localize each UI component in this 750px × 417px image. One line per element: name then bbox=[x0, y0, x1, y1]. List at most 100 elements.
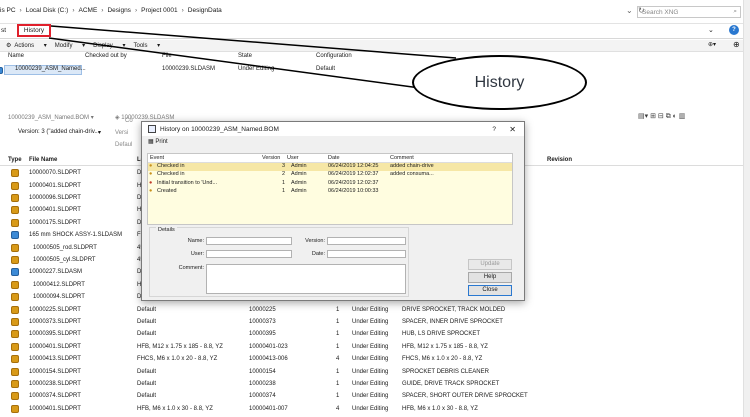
version-label: Version: 3 ("added chain-driv... bbox=[18, 129, 100, 135]
vertical-scrollbar[interactable] bbox=[743, 0, 750, 417]
cell-part-number: 10000395 bbox=[249, 331, 276, 338]
cell-config: Default bbox=[137, 393, 157, 400]
event-row[interactable]: ● Created 1 Admin 06/24/2019 10:00:33 bbox=[148, 188, 512, 196]
details-label: Details bbox=[156, 227, 177, 233]
cell-config: FHCS, M6 x 1.0 x 20 - 8.8, YZ bbox=[137, 356, 218, 363]
tab-sldasm[interactable]: ◈ 10000239.SLDASM bbox=[115, 114, 174, 121]
cell-description: HFB, M6 x 1.0 x 30 - 8.8, YZ bbox=[402, 405, 478, 412]
version-field[interactable] bbox=[327, 237, 406, 245]
col-user[interactable]: User bbox=[287, 155, 299, 161]
dialog-close-button[interactable]: ✕ bbox=[509, 125, 516, 134]
part-icon bbox=[11, 392, 19, 401]
cell-file-name: 10000401.SLDPRT bbox=[29, 182, 81, 189]
event-icon: ● bbox=[149, 188, 153, 195]
table-row[interactable]: 10000373.SLDPRT Default 10000373 1 Under Edi… bbox=[0, 316, 750, 328]
col-event[interactable]: Event bbox=[150, 155, 164, 161]
cell-version: 1 bbox=[336, 393, 340, 400]
cell-part-number: 10000401-007 bbox=[249, 405, 288, 412]
cell-part-number: 10000373 bbox=[249, 318, 276, 325]
cell-version: 1 bbox=[336, 318, 340, 325]
cell-file-name: 10000154.SLDPRT bbox=[29, 368, 81, 375]
dialog-titlebar: History on 10000239_ASM_Named.BOM ? ✕ bbox=[142, 122, 524, 136]
cell-state: Under Editing bbox=[352, 343, 389, 350]
cell-description: DRIVE SPROCKET, TRACK MOLDED bbox=[402, 306, 506, 313]
table-row[interactable]: 10000413.SLDPRT FHCS, M6 x 1.0 x 20 - 8.8… bbox=[0, 353, 750, 365]
table-row[interactable]: 10000401.SLDPRT HFB, M6 x 1.0 x 30 - 8.8,… bbox=[0, 403, 750, 415]
cell-description: HUB, LS DRIVE SPROCKET bbox=[402, 331, 481, 338]
name-field[interactable] bbox=[206, 237, 292, 245]
date-label: Date: bbox=[311, 251, 325, 257]
part-icon bbox=[11, 379, 19, 388]
cell-part-number: 10000413-006 bbox=[249, 356, 288, 363]
date-field[interactable] bbox=[327, 250, 406, 258]
table-row[interactable]: 10000154.SLDPRT Default 10000154 1 Under Edi… bbox=[0, 365, 750, 377]
part-icon bbox=[11, 181, 19, 190]
col-revision[interactable]: Revision bbox=[547, 157, 572, 163]
event-icon: ● bbox=[149, 179, 153, 186]
cell-file-name: 10000395.SLDPRT bbox=[29, 331, 81, 338]
part-icon bbox=[11, 243, 19, 252]
part-icon bbox=[11, 218, 19, 227]
assembly-icon bbox=[11, 231, 19, 240]
event-row[interactable]: ● Checked in 2 Admin 06/24/2019 12:02:37… bbox=[148, 171, 512, 179]
cell-state: Under Editing bbox=[352, 331, 389, 338]
part-icon bbox=[11, 330, 19, 339]
cell-file-name: 10000094.SLDPRT bbox=[33, 294, 85, 301]
cell-version: 1 bbox=[336, 368, 340, 375]
assembly-icon bbox=[11, 268, 19, 277]
col-type[interactable]: Type bbox=[8, 157, 22, 163]
bom-tool-icons[interactable]: ▤▾ ⊞ ⊟ ⧉ ◐ ▥ bbox=[638, 112, 685, 121]
close-button[interactable]: Close bbox=[468, 285, 512, 296]
update-button[interactable]: Update bbox=[468, 259, 512, 270]
user-field[interactable] bbox=[206, 250, 292, 258]
col-file-name[interactable]: File Name bbox=[29, 157, 57, 163]
cell-file-name: 10000401.SLDPRT bbox=[29, 343, 81, 350]
table-row[interactable]: 10000238.SLDPRT Default 10000238 1 Under Edi… bbox=[0, 378, 750, 390]
col-comment[interactable]: Comment bbox=[390, 155, 414, 161]
table-row[interactable]: 10000225.SLDPRT Default 10000225 1 Under Edi… bbox=[0, 303, 750, 315]
event-row[interactable]: ● Checked in 3 Admin 06/24/2019 12:04:25… bbox=[148, 163, 512, 172]
help-button[interactable]: Help bbox=[468, 272, 512, 283]
cell-version: 1 bbox=[336, 343, 340, 350]
dialog-help-button[interactable]: ? bbox=[492, 126, 496, 133]
table-row[interactable]: 10000374.SLDPRT Default 10000374 1 Under Edi… bbox=[0, 390, 750, 402]
event-icon: ● bbox=[149, 163, 153, 169]
part-icon bbox=[11, 404, 19, 413]
cell-file-name: 10000227.SLDASM bbox=[29, 269, 83, 276]
cell-config: HFB, M12 x 1.75 x 185 - 8.8, YZ bbox=[137, 343, 223, 350]
history-icon bbox=[148, 125, 156, 133]
dialog-toolbar: ▦ Print bbox=[142, 136, 524, 146]
cell-description: GUIDE, DRIVE TRACK SPROCKET bbox=[402, 380, 500, 387]
comment-field[interactable] bbox=[206, 264, 406, 294]
cell-file-name: 10000401.SLDPRT bbox=[29, 405, 81, 412]
name-label: Name: bbox=[187, 238, 204, 244]
cell-config: Default bbox=[137, 368, 157, 375]
col-date[interactable]: Date bbox=[328, 155, 340, 161]
user-label: User: bbox=[190, 251, 204, 257]
default-stub: Defaul bbox=[115, 142, 133, 148]
cell-state: Under Editing bbox=[352, 318, 389, 325]
tab-bom[interactable]: 10000239_ASM_Named.BOM ▾ bbox=[8, 114, 94, 121]
cell-part-number: 10000154 bbox=[249, 368, 276, 375]
cell-description: SPACER, INNER DRIVE SPROCKET bbox=[402, 318, 503, 325]
version-label: Version: bbox=[305, 238, 325, 244]
cell-file-name: 10000412.SLDPRT bbox=[33, 281, 85, 288]
cell-description: SPACER, SHORT OUTER DRIVE SPROCKET bbox=[402, 393, 528, 400]
part-icon bbox=[11, 255, 19, 264]
part-icon bbox=[11, 305, 19, 314]
cell-version: 1 bbox=[336, 306, 340, 313]
col-version[interactable]: Version bbox=[262, 155, 280, 161]
cell-config: Default bbox=[137, 318, 157, 325]
table-row[interactable]: 10000401.SLDPRT HFB, M12 x 1.75 x 185 - 8… bbox=[0, 341, 750, 353]
event-row[interactable]: ● Initial transition to 'Und... 1 Admin … bbox=[148, 180, 512, 188]
print-button[interactable]: ▦ Print bbox=[148, 138, 168, 145]
cell-description: HFB, M12 x 1.75 x 185 - 8.8, YZ bbox=[402, 343, 488, 350]
part-icon bbox=[11, 169, 19, 178]
table-row[interactable]: 10000395.SLDPRT Default 10000395 1 Under Edi… bbox=[0, 328, 750, 340]
part-icon bbox=[11, 355, 19, 364]
cell-version: 4 bbox=[336, 405, 340, 412]
part-icon bbox=[11, 342, 19, 351]
event-icon: ● bbox=[149, 171, 153, 178]
cell-file-name: 10000374.SLDPRT bbox=[29, 393, 81, 400]
history-dialog: History on 10000239_ASM_Named.BOM ? ✕ ▦ … bbox=[141, 121, 525, 301]
